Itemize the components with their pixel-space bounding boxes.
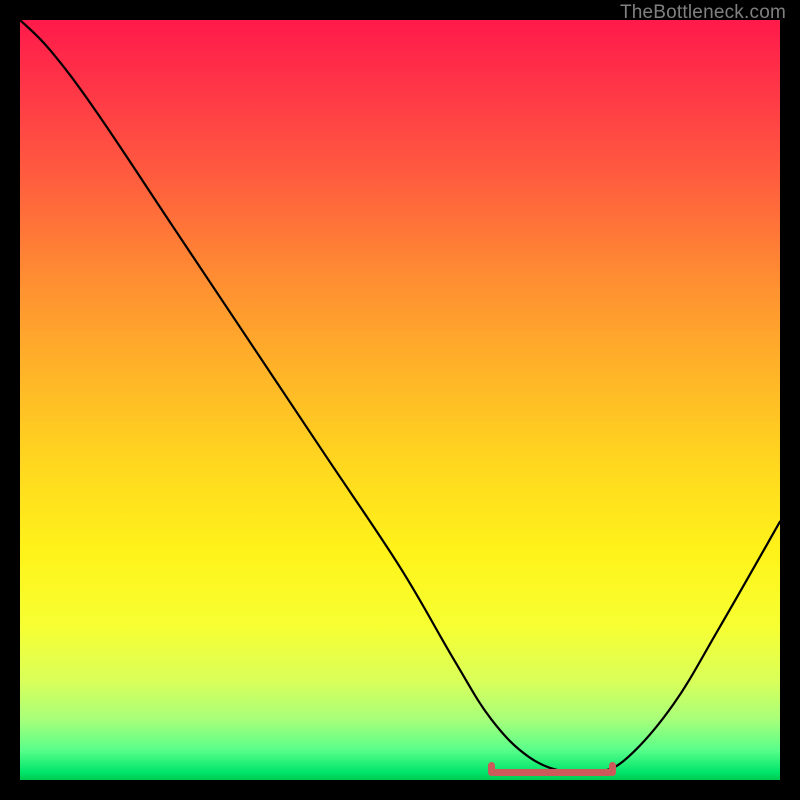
chart-frame: TheBottleneck.com <box>20 20 780 780</box>
optimal-band-cap-left <box>488 762 495 776</box>
bottleneck-curve <box>20 20 780 780</box>
optimal-band-cap-right <box>609 762 616 776</box>
optimal-band-marker <box>491 769 613 776</box>
